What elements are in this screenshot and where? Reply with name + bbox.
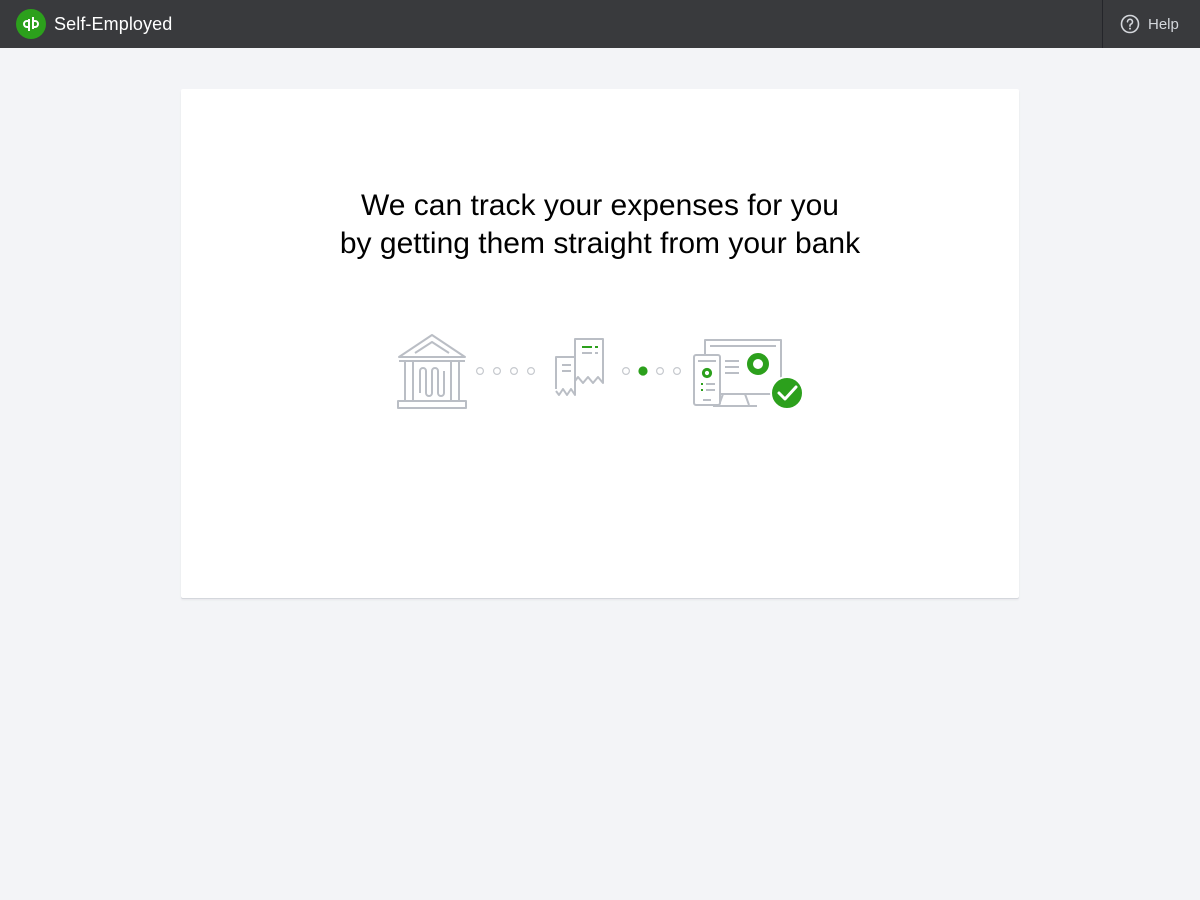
bank-icon: [397, 334, 467, 409]
bank-to-app-illustration: [395, 331, 805, 411]
question-circle-icon: [1120, 14, 1140, 34]
headline-line-2: by getting them straight from your bank: [339, 227, 861, 260]
help-button[interactable]: Help: [1102, 0, 1200, 48]
receipt-icon: [555, 338, 604, 396]
onboarding-card: We can track your expenses for you by ge…: [181, 89, 1019, 598]
checkmark-badge-icon: [770, 376, 804, 410]
active-progress-dot: [638, 366, 648, 376]
top-navigation-bar: Self-Employed Help: [0, 0, 1200, 48]
quickbooks-logo-icon: [16, 9, 46, 39]
connector-dots-2: [622, 366, 682, 376]
brand[interactable]: Self-Employed: [16, 9, 172, 39]
devices-dashboard-icon: [693, 339, 782, 407]
app-name: Self-Employed: [54, 13, 173, 34]
connector-dots-1: [475, 366, 536, 375]
help-label: Help: [1148, 15, 1179, 33]
headline-line-1: We can track your expenses for you: [360, 189, 839, 222]
page-title: We can track your expenses for you by ge…: [181, 187, 1019, 263]
